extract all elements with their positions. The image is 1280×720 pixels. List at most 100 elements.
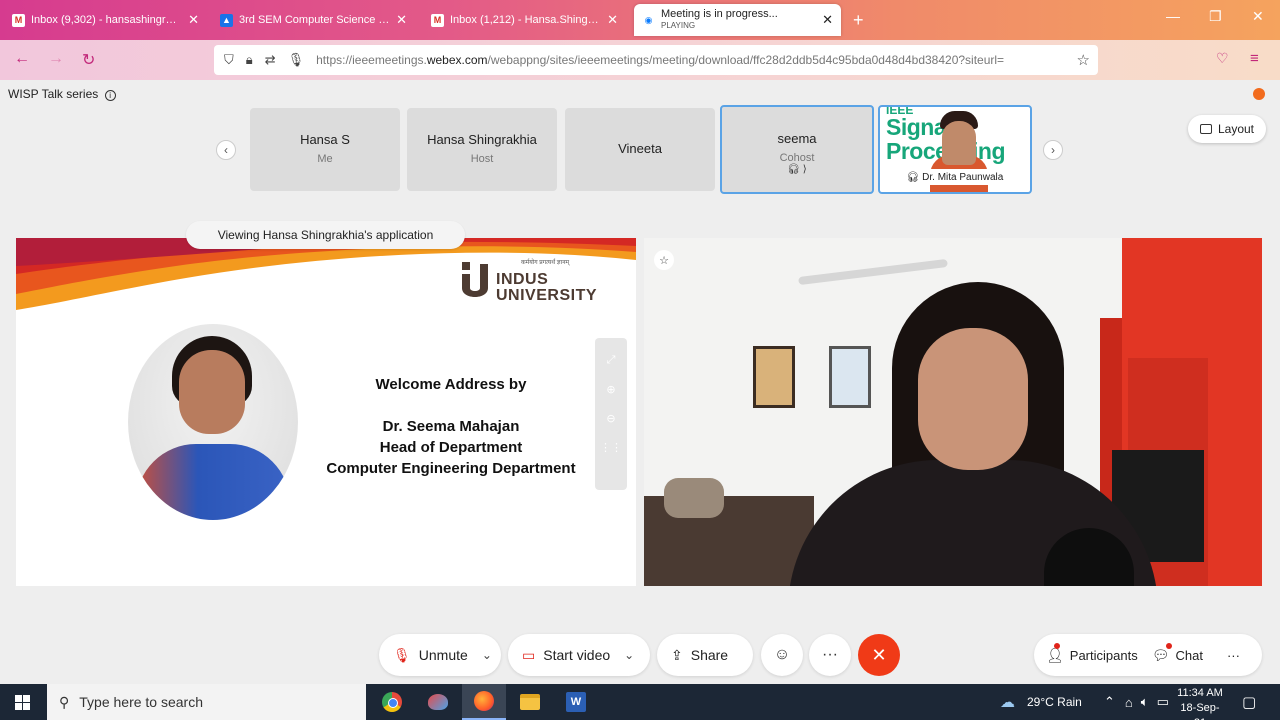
- share-icon: ⇪: [671, 646, 683, 663]
- close-icon[interactable]: ✕: [607, 12, 618, 28]
- taskbar-clock[interactable]: 11:34 AM 18-Sep-21: [1176, 686, 1224, 720]
- taskbar-paint[interactable]: [416, 684, 460, 720]
- panel-controls: 👤︎ Participants 💬︎ Chat ···: [1034, 634, 1262, 676]
- tab-webex-meeting[interactable]: ◉ Meeting is in progress... PLAYING ✕: [634, 4, 841, 36]
- window-close-icon[interactable]: ✕: [1252, 8, 1264, 25]
- wall-frame: [753, 346, 795, 408]
- taskbar-file-explorer[interactable]: [508, 684, 552, 720]
- microphone-icon[interactable]: 🎙︎: [288, 52, 305, 68]
- notifications-icon[interactable]: ▢: [1242, 684, 1256, 720]
- taskbar-word[interactable]: W: [554, 684, 598, 720]
- active-speaker-video[interactable]: ☆: [644, 238, 1262, 586]
- lock-icon[interactable]: 🔒︎: [246, 52, 253, 68]
- tab-title: Inbox (1,212) - Hansa.Shingrakhi: [450, 14, 602, 26]
- ellipsis-icon: ···: [822, 646, 838, 663]
- layout-label: Layout: [1217, 122, 1255, 136]
- reload-icon[interactable]: ↻: [82, 50, 95, 70]
- paint-icon: [428, 694, 448, 710]
- zoom-in-icon[interactable]: ⊕: [595, 383, 627, 396]
- participants-button[interactable]: 👤︎ Participants: [1046, 642, 1138, 664]
- start-video-button[interactable]: ▭ Start video ⌄: [508, 634, 650, 676]
- tab-title-wrap: Meeting is in progress... PLAYING: [661, 9, 816, 31]
- audio-indicator-icon: 🎧︎ ⟩: [787, 164, 807, 175]
- photo-saree: [136, 444, 290, 520]
- close-icon[interactable]: ✕: [396, 12, 407, 28]
- url-text[interactable]: https://ieeemeetings.webex.com/webappng/…: [316, 53, 1076, 67]
- pocket-icon[interactable]: ♡: [1216, 50, 1229, 67]
- reactions-button[interactable]: ☺: [761, 634, 803, 676]
- participant-role: Host: [470, 153, 494, 165]
- taskbar-firefox[interactable]: [462, 684, 506, 720]
- chevron-down-icon[interactable]: ⌄: [624, 648, 634, 662]
- gmail-icon: M: [431, 13, 444, 27]
- participant-tile-seema[interactable]: seema Cohost 🎧︎ ⟩: [720, 105, 874, 194]
- rain-cloud-icon: ☁: [1000, 694, 1015, 711]
- participant-role: Me: [317, 153, 333, 165]
- strip-next-button[interactable]: ›: [1043, 140, 1063, 160]
- participant-tile-vineeta[interactable]: Vineeta: [565, 108, 715, 191]
- presenter-face: [918, 328, 1028, 470]
- speaker-face: [942, 121, 976, 165]
- tab-inbox-1[interactable]: M Inbox (9,302) - hansashingrakhi ✕: [4, 4, 207, 36]
- welcome-text-block: Welcome Address by Dr. Seema Mahajan Hea…: [301, 374, 601, 479]
- network-icon[interactable]: ⌂: [1125, 695, 1133, 710]
- url-domain: webex.com: [426, 53, 488, 67]
- bookmark-star-icon[interactable]: ☆: [1077, 51, 1090, 69]
- chat-bubble-icon: 💬︎: [1151, 646, 1170, 663]
- address-bar[interactable]: ⛉ 🔒︎ ⇄ 🎙︎ https://ieeemeetings.webex.com…: [214, 45, 1098, 75]
- close-icon: ✕: [871, 644, 887, 665]
- battery-icon[interactable]: ▭: [1157, 694, 1169, 710]
- new-tab-button[interactable]: +: [853, 10, 864, 31]
- tab-inbox-2[interactable]: M Inbox (1,212) - Hansa.Shingrakhi ✕: [423, 4, 626, 36]
- more-options-button[interactable]: ···: [809, 634, 851, 676]
- pin-icon[interactable]: ☆: [654, 250, 674, 270]
- url-prefix: https://ieeemeetings.: [316, 53, 427, 67]
- chevron-down-icon[interactable]: ⌄: [482, 648, 492, 662]
- clock-time: 11:34 AM: [1177, 687, 1223, 699]
- permissions-icon[interactable]: ⇄: [265, 52, 276, 68]
- menu-icon[interactable]: ≡: [1250, 50, 1259, 67]
- meeting-title[interactable]: WISP Talk series i: [8, 87, 116, 101]
- panel-more-button[interactable]: ···: [1227, 648, 1240, 663]
- weather-widget[interactable]: ☁ 29°C Rain: [1000, 684, 1082, 720]
- chat-label: Chat: [1175, 647, 1203, 663]
- unmute-button[interactable]: 🎙︎ Unmute ⌄: [379, 634, 501, 676]
- fit-icon[interactable]: ⋮⋮: [595, 441, 627, 454]
- windows-start-icon[interactable]: [15, 695, 30, 710]
- share-button[interactable]: ⇪ Share: [657, 634, 753, 676]
- word-icon: W: [566, 692, 586, 712]
- participant-tile-hansa-shingrakhia[interactable]: Hansa Shingrakhia Host: [407, 108, 557, 191]
- strip-prev-button[interactable]: ‹: [216, 140, 236, 160]
- start-video-label: Start video: [543, 647, 611, 663]
- chat-button[interactable]: 💬︎ Chat: [1151, 642, 1203, 664]
- fullscreen-icon[interactable]: ⤢: [595, 354, 627, 367]
- taskbar-chrome[interactable]: [370, 684, 414, 720]
- notification-dot[interactable]: [1253, 88, 1265, 100]
- layout-button[interactable]: Layout: [1188, 115, 1266, 143]
- shared-slide[interactable]: कर्मयोग प्रगत्यर्थं ज्ञानम् INDUS UNIVER…: [16, 238, 636, 586]
- close-icon[interactable]: ✕: [188, 12, 199, 28]
- leave-meeting-button[interactable]: ✕: [858, 634, 900, 676]
- share-label: Share: [690, 647, 729, 663]
- info-icon[interactable]: i: [104, 90, 116, 101]
- restore-icon[interactable]: ❐: [1209, 8, 1222, 25]
- taskbar-search[interactable]: ⚲ Type here to search: [47, 684, 366, 720]
- participant-name: Hansa Shingrakhia: [427, 132, 537, 147]
- speaker-icon[interactable]: 🔈︎: [1141, 694, 1149, 710]
- participant-tile-hansa-s[interactable]: Hansa S Me: [250, 108, 400, 191]
- minimize-icon[interactable]: —: [1166, 8, 1180, 24]
- active-speaker-tile[interactable]: IEEE SignalProcessing 🎧︎ Dr. Mita Paunwa…: [878, 105, 1032, 194]
- ceiling-fan: [798, 258, 948, 286]
- viewing-application-banner: Viewing Hansa Shingrakhia's application: [186, 221, 465, 249]
- forward-arrow-icon[interactable]: →: [48, 50, 64, 68]
- shield-icon[interactable]: ⛉: [224, 52, 234, 68]
- close-icon[interactable]: ✕: [822, 12, 833, 28]
- wall-frame: [829, 346, 871, 408]
- tab-classroom[interactable]: ▲ 3rd SEM Computer Science - C ✕: [212, 4, 415, 36]
- speaker-photo: [128, 324, 298, 520]
- zoom-out-icon[interactable]: ⊖: [595, 412, 627, 425]
- notification-dot: [1165, 642, 1172, 649]
- search-icon: ⚲: [59, 693, 70, 710]
- chevron-up-icon[interactable]: ⌃: [1104, 694, 1115, 710]
- back-arrow-icon[interactable]: ←: [14, 50, 30, 68]
